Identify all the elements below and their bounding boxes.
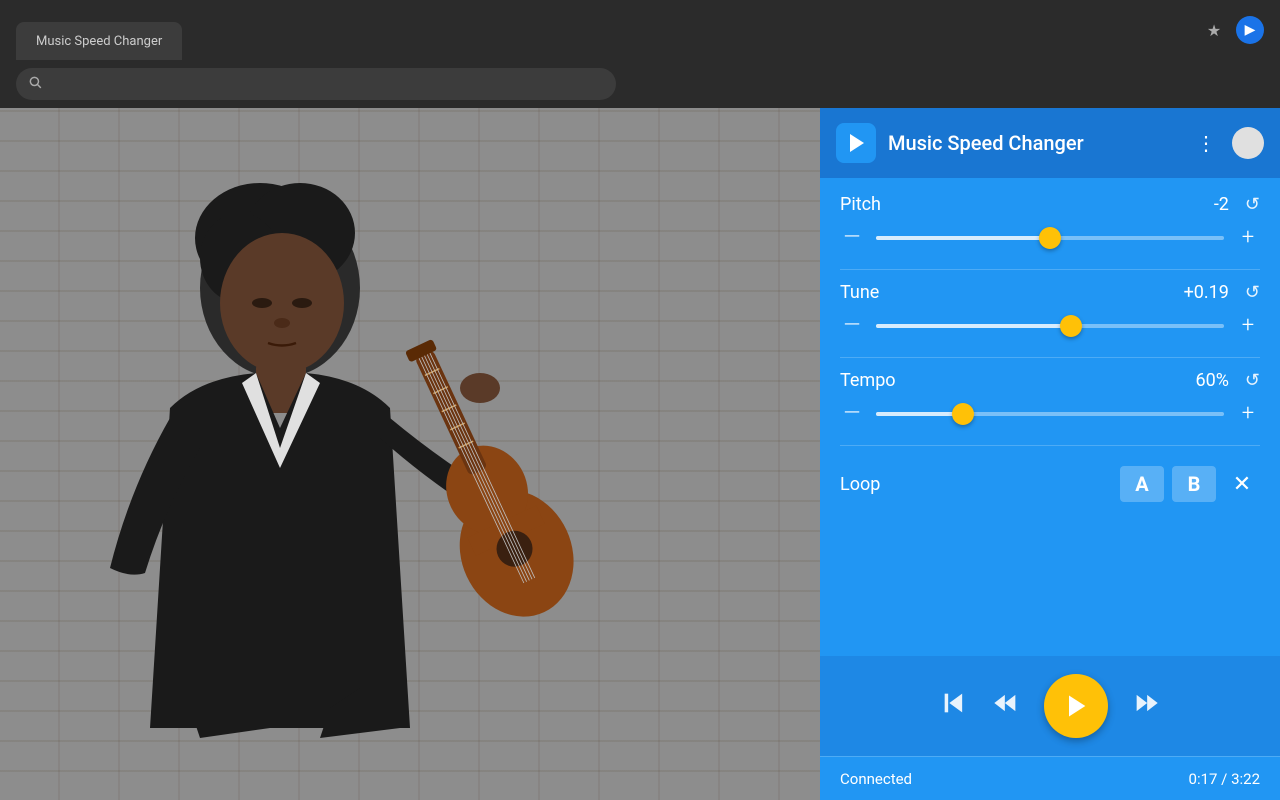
tune-value: +0.19 <box>1184 282 1229 303</box>
pitch-slider-thumb[interactable] <box>1039 227 1061 249</box>
browser-tab[interactable]: Music Speed Changer <box>16 22 182 60</box>
pitch-slider-row: — + <box>840 227 1260 249</box>
tempo-slider[interactable] <box>876 412 1224 416</box>
tune-minus-button[interactable]: — <box>840 315 864 337</box>
loop-b-button[interactable]: B <box>1172 466 1216 502</box>
panel-header: Music Speed Changer ⋮ <box>820 108 1280 178</box>
browser-chrome: Music Speed Changer ★ ▶ <box>0 0 1280 60</box>
divider-1 <box>840 269 1260 270</box>
tempo-slider-row: — + <box>840 403 1260 425</box>
pitch-label: Pitch <box>840 194 1214 215</box>
panel-menu-icon[interactable]: ⋮ <box>1192 127 1220 159</box>
bookmark-icon[interactable]: ★ <box>1200 16 1228 44</box>
tempo-reset-button[interactable]: ↺ <box>1245 370 1260 391</box>
video-person <box>0 108 820 800</box>
skip-back-button[interactable] <box>940 689 968 723</box>
tempo-minus-button[interactable]: — <box>840 403 864 425</box>
pitch-minus-button[interactable]: — <box>840 227 864 249</box>
tab-label: Music Speed Changer <box>36 34 162 49</box>
loop-label: Loop <box>840 474 1112 495</box>
tune-section: Tune +0.19 ↺ — + <box>840 282 1260 337</box>
loop-row: Loop A B ✕ <box>840 458 1260 510</box>
connection-status: Connected <box>840 770 1189 788</box>
tempo-section: Tempo 60% ↺ — + <box>840 370 1260 425</box>
user-avatar[interactable] <box>1232 127 1264 159</box>
loop-a-button[interactable]: A <box>1120 466 1164 502</box>
pitch-slider[interactable] <box>876 236 1224 240</box>
status-bar: Connected 0:17 / 3:22 <box>820 756 1280 800</box>
pitch-plus-button[interactable]: + <box>1236 227 1260 249</box>
playback-area <box>820 656 1280 756</box>
browser-tabs: Music Speed Changer <box>16 0 1192 60</box>
tune-reset-button[interactable]: ↺ <box>1245 282 1260 303</box>
tune-plus-button[interactable]: + <box>1236 315 1260 337</box>
fast-forward-button[interactable] <box>1132 689 1160 723</box>
tune-label: Tune <box>840 282 1184 303</box>
tune-header: Tune +0.19 ↺ <box>840 282 1260 303</box>
search-icon <box>28 75 42 93</box>
address-bar-row <box>0 60 1280 108</box>
play-pause-button[interactable] <box>1044 674 1108 738</box>
pitch-reset-button[interactable]: ↺ <box>1245 194 1260 215</box>
panel-title: Music Speed Changer <box>888 131 1180 155</box>
address-bar[interactable] <box>16 68 616 100</box>
tempo-label: Tempo <box>840 370 1195 391</box>
extension-icon[interactable]: ▶ <box>1236 16 1264 44</box>
tempo-slider-thumb[interactable] <box>952 403 974 425</box>
tune-slider-row: — + <box>840 315 1260 337</box>
playback-time: 0:17 / 3:22 <box>1189 770 1260 788</box>
tempo-plus-button[interactable]: + <box>1236 403 1260 425</box>
main-content: Music Speed Changer ⋮ Pitch -2 ↺ — <box>0 108 1280 800</box>
tempo-value: 60% <box>1195 370 1228 391</box>
tune-slider-fill <box>876 324 1071 328</box>
divider-3 <box>840 445 1260 446</box>
video-area <box>0 108 820 800</box>
pitch-value: -2 <box>1214 194 1229 215</box>
controls-area: Pitch -2 ↺ — + Tune +0.19 <box>820 178 1280 656</box>
music-speed-changer-panel: Music Speed Changer ⋮ Pitch -2 ↺ — <box>820 108 1280 800</box>
tempo-slider-fill <box>876 412 963 416</box>
divider-2 <box>840 357 1260 358</box>
app-logo <box>836 123 876 163</box>
pitch-header: Pitch -2 ↺ <box>840 194 1260 215</box>
tempo-header: Tempo 60% ↺ <box>840 370 1260 391</box>
loop-close-button[interactable]: ✕ <box>1224 466 1260 502</box>
rewind-button[interactable] <box>992 689 1020 723</box>
pitch-section: Pitch -2 ↺ — + <box>840 194 1260 249</box>
browser-actions: ★ ▶ <box>1200 16 1264 44</box>
tune-slider[interactable] <box>876 324 1224 328</box>
tune-slider-thumb[interactable] <box>1060 315 1082 337</box>
pitch-slider-fill <box>876 236 1050 240</box>
